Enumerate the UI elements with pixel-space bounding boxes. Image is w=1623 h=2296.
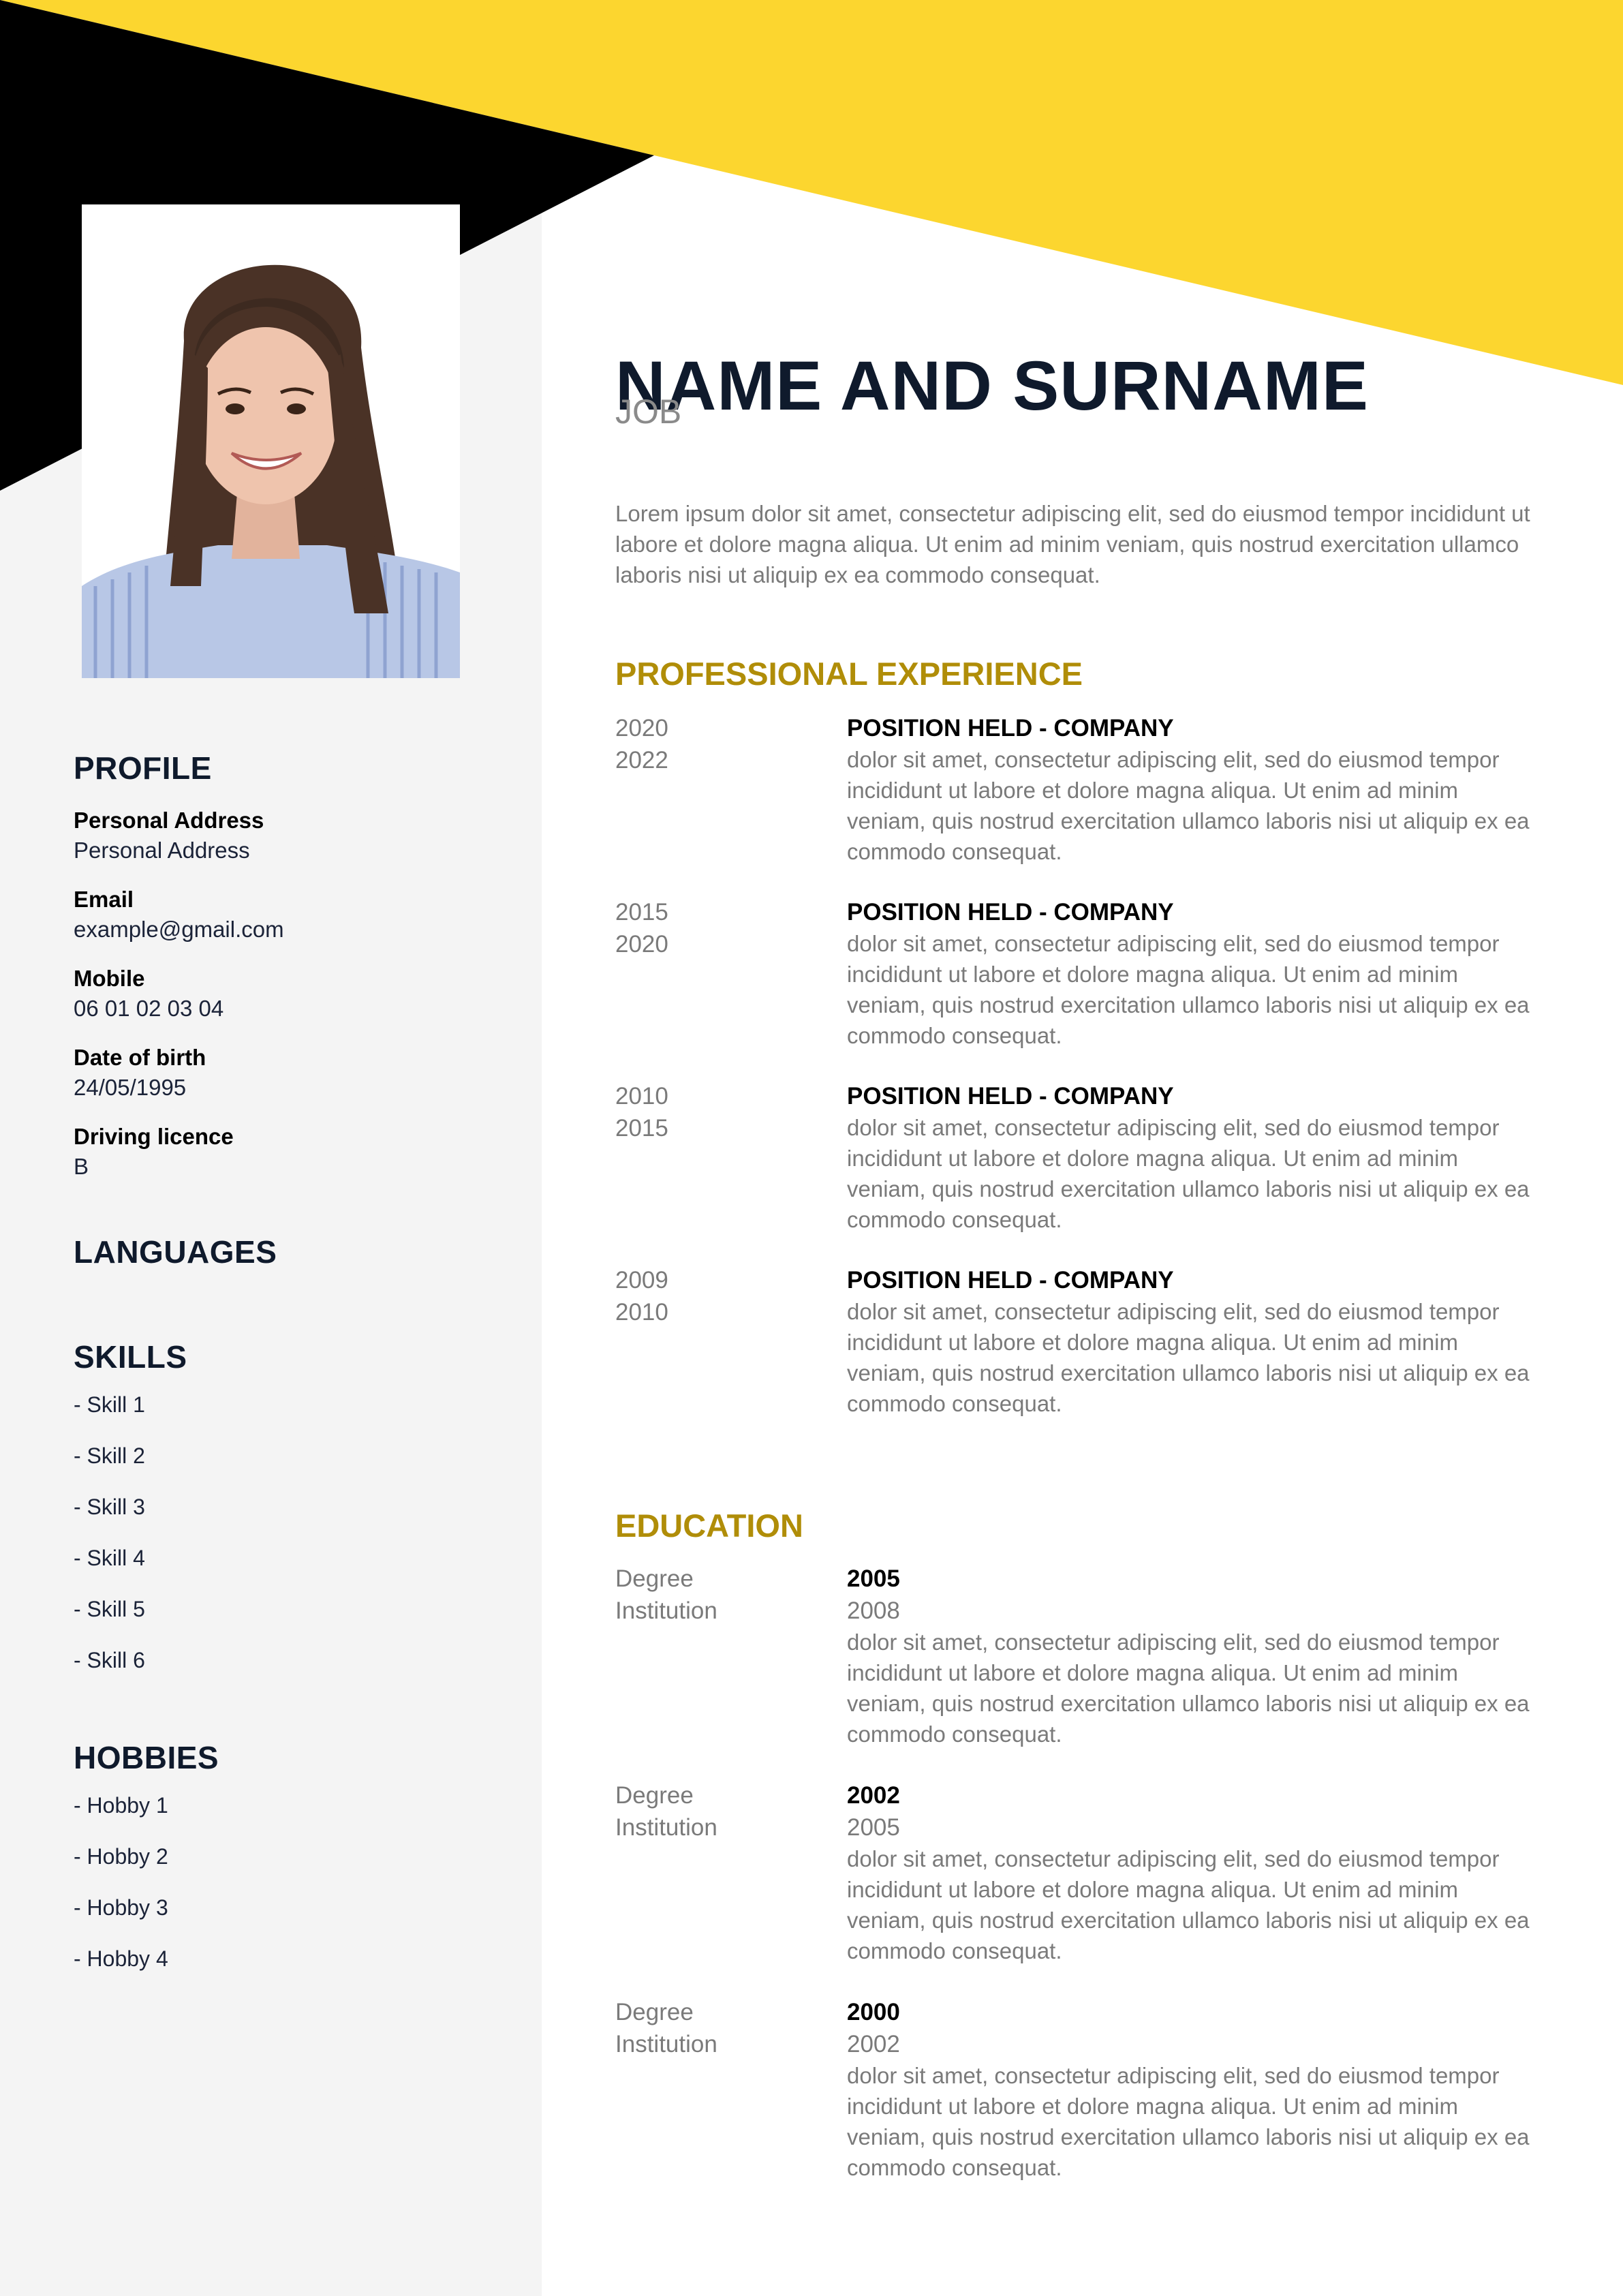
field-value: 24/05/1995 (74, 1075, 187, 1100)
intro-paragraph: Lorem ipsum dolor sit amet, consectetur … (615, 501, 1530, 587)
hobby-item: - Hobby 4 (74, 1946, 168, 1971)
experience-end-year: 2020 (615, 931, 668, 958)
hobby-item: - Hobby 2 (74, 1844, 168, 1869)
experience-description: dolor sit amet, consectetur adipiscing e… (847, 747, 1530, 864)
education-description: dolor sit amet, consectetur adipiscing e… (847, 2063, 1530, 2180)
experience-start-year: 2010 (615, 1083, 668, 1109)
education-description: dolor sit amet, consectetur adipiscing e… (847, 1846, 1530, 1963)
skill-item: - Skill 6 (74, 1648, 145, 1672)
field-label: Email (74, 887, 134, 912)
field-label: Date of birth (74, 1045, 206, 1070)
skills-heading: SKILLS (74, 1339, 187, 1375)
profile-field-birthdate: Date of birth 24/05/1995 (74, 1043, 516, 1103)
education-start-year: 2002 (847, 1782, 900, 1809)
field-value: Personal Address (74, 838, 250, 863)
education-description: dolor sit amet, consectetur adipiscing e… (847, 1629, 1530, 1747)
education-start-year: 2000 (847, 1999, 900, 2025)
experience-heading: PROFESSIONAL EXPERIENCE (615, 656, 1083, 692)
experience-start-year: 2015 (615, 899, 668, 925)
skill-item: - Skill 2 (74, 1443, 145, 1468)
profile-field-email: Email example@gmail.com (74, 885, 516, 945)
education-degree: Degree (615, 1782, 694, 1809)
education-heading: EDUCATION (615, 1507, 803, 1544)
experience-title: POSITION HELD - COMPANY (847, 899, 1174, 925)
experience-end-year: 2010 (615, 1299, 668, 1326)
skill-item: - Skill 3 (74, 1495, 145, 1519)
hobbies-heading: HOBBIES (74, 1740, 219, 1775)
experience-description: dolor sit amet, consectetur adipiscing e… (847, 1115, 1530, 1232)
experience-start-year: 2020 (615, 715, 668, 741)
experience-title: POSITION HELD - COMPANY (847, 715, 1174, 741)
education-start-year: 2005 (847, 1565, 900, 1592)
experience-description: dolor sit amet, consectetur adipiscing e… (847, 931, 1530, 1048)
profile-field-address: Personal Address Personal Address (74, 806, 516, 866)
skill-item: - Skill 1 (74, 1392, 145, 1417)
experience-start-year: 2009 (615, 1267, 668, 1294)
skills-list: - Skill 1 - Skill 2 - Skill 3 - Skill 4 … (74, 1379, 516, 1686)
education-end-year: 2002 (847, 2031, 900, 2057)
profile-heading: PROFILE (74, 750, 212, 786)
education-institution: Institution (615, 1597, 717, 1624)
skill-item: - Skill 4 (74, 1546, 145, 1570)
hobby-item: - Hobby 3 (74, 1895, 168, 1920)
field-label: Driving licence (74, 1124, 234, 1149)
profile-field-licence: Driving licence B (74, 1122, 516, 1182)
education-institution: Institution (615, 2031, 717, 2057)
experience-description: dolor sit amet, consectetur adipiscing e… (847, 1299, 1530, 1416)
hobbies-list: - Hobby 1 - Hobby 2 - Hobby 3 - Hobby 4 (74, 1780, 516, 1985)
education-degree: Degree (615, 1565, 694, 1592)
field-value: 06 01 02 03 04 (74, 996, 224, 1021)
skill-item: - Skill 5 (74, 1597, 145, 1621)
education-end-year: 2008 (847, 1597, 900, 1624)
field-value: example@gmail.com (74, 917, 284, 942)
languages-heading: LANGUAGES (74, 1234, 277, 1270)
field-label: Mobile (74, 966, 145, 991)
job-title: JOB (615, 393, 682, 431)
experience-end-year: 2022 (615, 747, 668, 774)
profile-photo (82, 204, 460, 678)
sidebar-content: PROFILE Personal Address Personal Addres… (74, 750, 516, 1985)
profile-field-mobile: Mobile 06 01 02 03 04 (74, 964, 516, 1024)
education-end-year: 2005 (847, 1814, 900, 1841)
education-degree: Degree (615, 1999, 694, 2025)
field-label: Personal Address (74, 808, 264, 833)
candidate-name: NAME AND SURNAME (615, 347, 1369, 425)
experience-title: POSITION HELD - COMPANY (847, 1267, 1174, 1294)
field-value: B (74, 1154, 89, 1179)
education-institution: Institution (615, 1814, 717, 1841)
hobby-item: - Hobby 1 (74, 1793, 168, 1818)
portrait-photo-icon (82, 204, 460, 678)
experience-end-year: 2015 (615, 1115, 668, 1142)
experience-title: POSITION HELD - COMPANY (847, 1083, 1174, 1109)
